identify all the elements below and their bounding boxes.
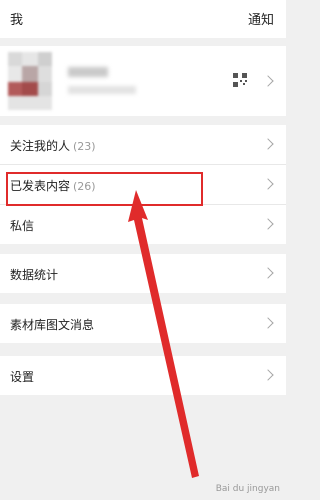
watermark: Bai du jingyan (215, 484, 280, 494)
annotation-arrow (128, 190, 199, 478)
